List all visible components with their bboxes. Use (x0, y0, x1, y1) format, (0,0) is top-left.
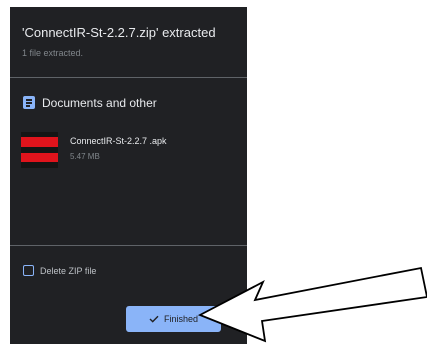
annotation-arrow-icon (197, 266, 427, 343)
screen: 'ConnectIR-St-2.2.7.zip' extracted 1 fil… (0, 0, 427, 344)
